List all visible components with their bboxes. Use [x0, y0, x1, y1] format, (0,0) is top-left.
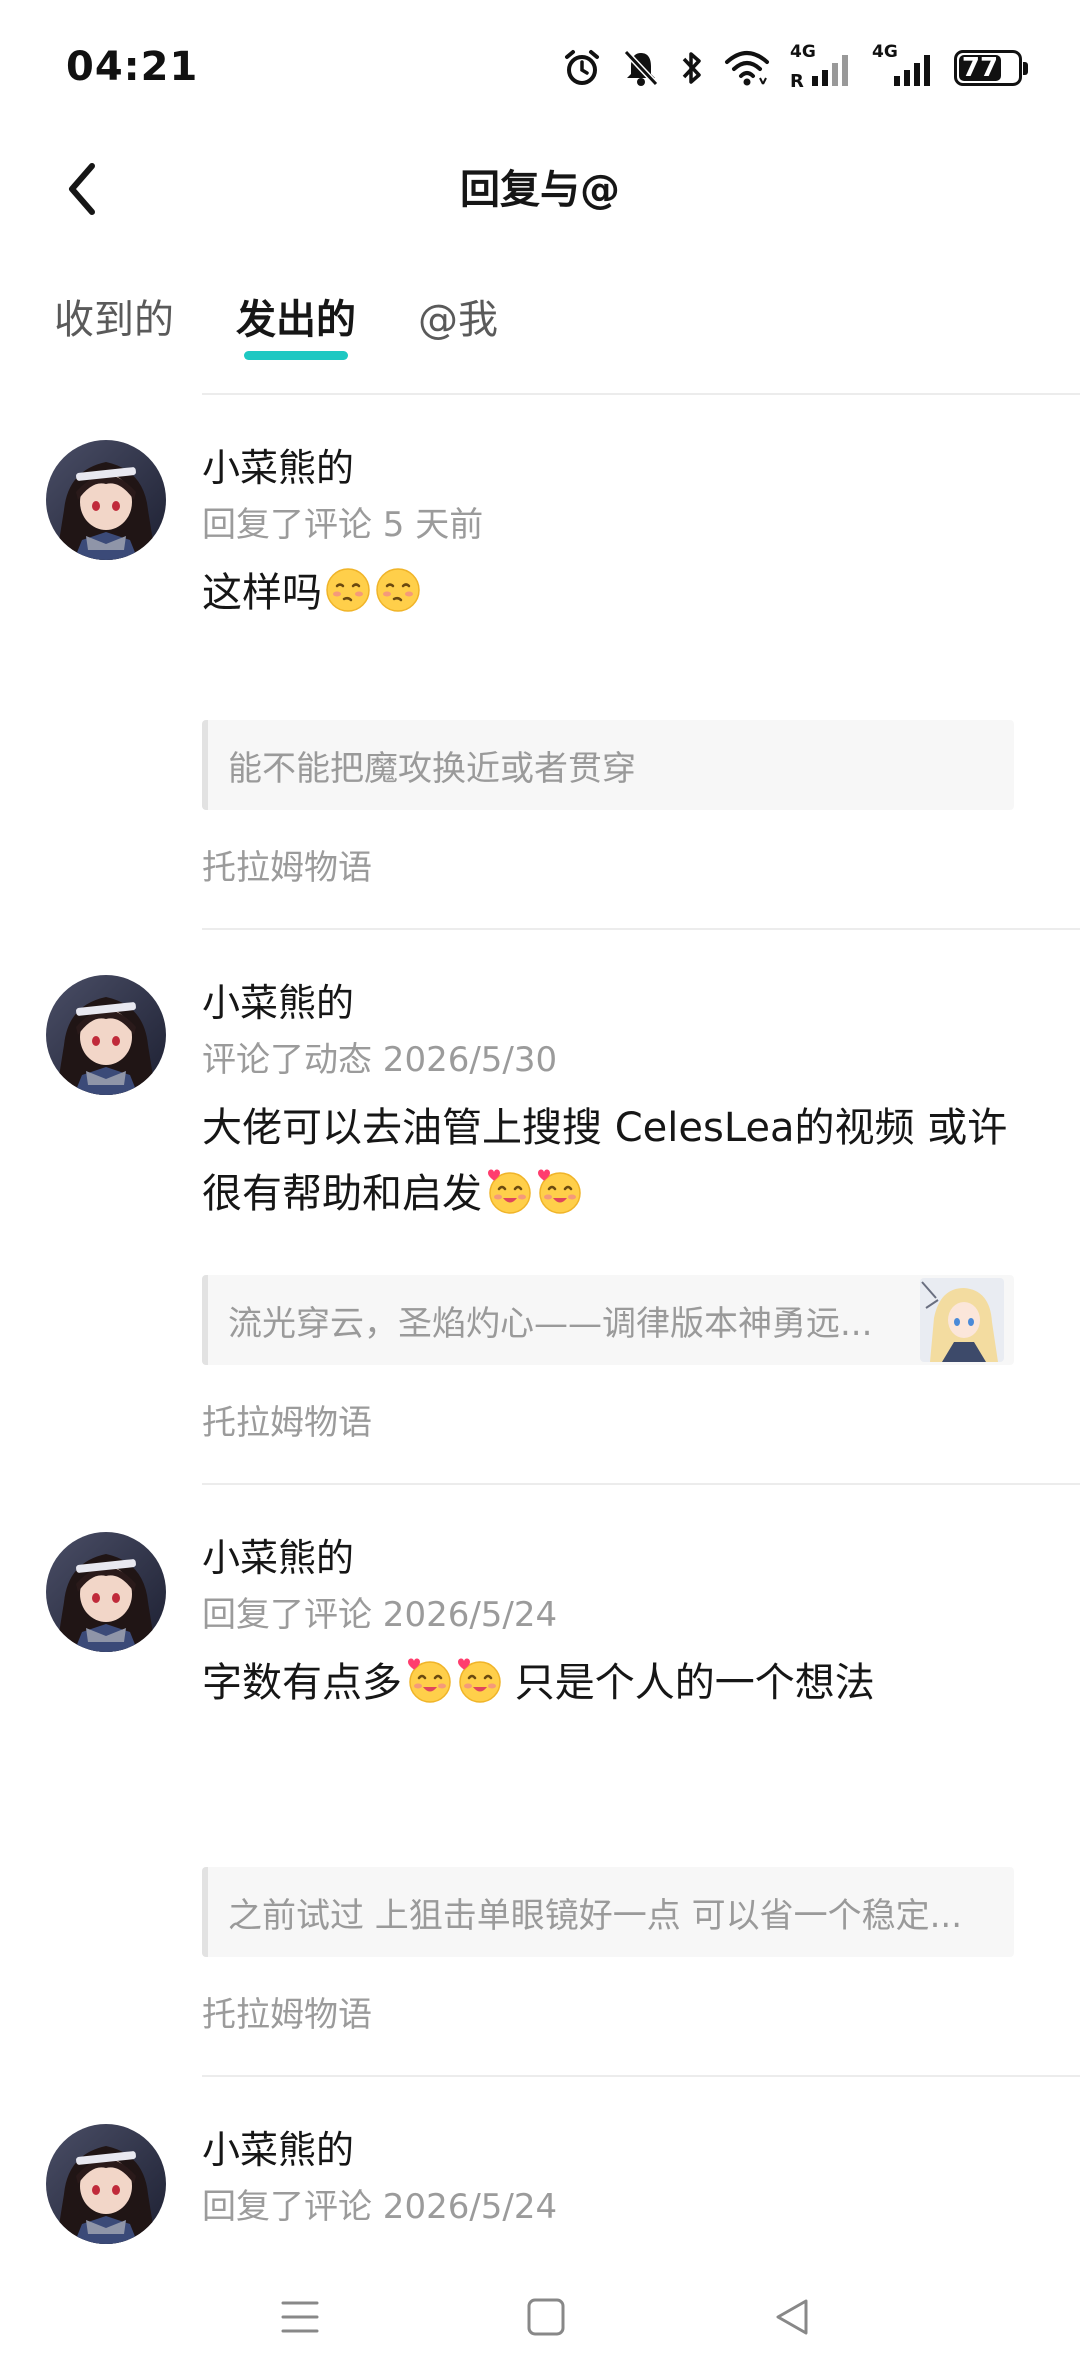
user-name[interactable]: 小菜熊的 — [202, 975, 1020, 1031]
system-nav-bar — [0, 2247, 1080, 2377]
avatar[interactable] — [46, 975, 166, 1095]
signal-4g-icon: 4G — [872, 42, 934, 90]
item-content: 小菜熊的 回复了评论 2026/5/24 字数有点多 只是个人的一个想法 — [202, 1530, 1020, 1716]
shy-face-emoji — [375, 567, 421, 613]
heart-blush-face-emoji — [536, 1168, 582, 1215]
tab-sent-label: 发出的 — [236, 297, 356, 343]
avatar[interactable] — [46, 1532, 166, 1652]
comment-text-line-2: 很有帮助和启发 — [202, 1171, 482, 1217]
item-meta: 回复了评论 2026/5/24 — [202, 1595, 558, 1635]
quoted-text: 能不能把魔攻换近或者贯穿 — [228, 748, 636, 789]
home-square-icon — [526, 2297, 566, 2341]
list-item[interactable]: 小菜熊的 回复了评论 2026/5/24 — [0, 2077, 1080, 2247]
item-meta: 回复了评论 2026/5/24 — [202, 2187, 558, 2227]
status-time: 04:21 — [66, 44, 199, 90]
status-bar: 04:21 4G R 4G 77 — [0, 0, 1080, 140]
user-name[interactable]: 小菜熊的 — [202, 2122, 1020, 2178]
page-title: 回复与@ — [460, 167, 620, 213]
bluetooth-icon — [680, 48, 704, 88]
mute-bell-icon — [622, 48, 660, 88]
tab-received[interactable]: 收到的 — [54, 290, 174, 350]
tab-mentions[interactable]: @我 — [418, 290, 498, 350]
comment-text-line-1: 大佬可以去油管上搜搜 CelesLea的视频 或许 — [202, 1105, 1008, 1151]
heart-blush-face-emoji — [456, 1657, 502, 1704]
quoted-content[interactable]: 能不能把魔攻换近或者贯穿 — [202, 720, 1014, 810]
item-meta: 回复了评论 5 天前 — [202, 505, 484, 545]
comment-text-body: 这样吗 — [202, 570, 322, 616]
comment-text: 字数有点多 只是个人的一个想法 — [202, 1650, 1020, 1716]
comment-text-start: 字数有点多 — [202, 1660, 402, 1706]
anime-girl-thumbnail — [920, 1278, 1004, 1362]
menu-icon — [280, 2297, 320, 2341]
source-label[interactable]: 托拉姆物语 — [202, 1990, 372, 2040]
heart-blush-face-emoji — [406, 1657, 452, 1704]
item-content: 小菜熊的 回复了评论 2026/5/24 — [202, 2122, 1020, 2232]
source-label[interactable]: 托拉姆物语 — [202, 1398, 372, 1448]
quoted-text: 之前试过 上狙击单眼镜好一点 可以省一个稳定... — [228, 1895, 963, 1936]
home-button[interactable] — [506, 2279, 586, 2359]
comment-text: 这样吗 — [202, 560, 1020, 626]
tab-sent[interactable]: 发出的 — [236, 290, 356, 360]
list-item[interactable]: 小菜熊的 回复了评论 2026/5/24 字数有点多 只是个人的一个想法 之前试… — [0, 1485, 1080, 2077]
back-triangle-icon — [772, 2297, 812, 2341]
avatar[interactable] — [46, 2124, 166, 2244]
quoted-content[interactable]: 流光穿云，圣焰灼心——调律版本神勇远... — [202, 1275, 1014, 1365]
back-nav-button[interactable] — [752, 2279, 832, 2359]
roaming-label: R — [790, 71, 804, 92]
user-name[interactable]: 小菜熊的 — [202, 1530, 1020, 1586]
shy-face-emoji — [325, 567, 371, 613]
battery-icon: 77 — [954, 50, 1028, 86]
tab-bar: 收到的 发出的 @我 — [54, 290, 498, 360]
status-icons: 4G R 4G 77 — [562, 42, 1028, 92]
quoted-content[interactable]: 之前试过 上狙击单眼镜好一点 可以省一个稳定... — [202, 1867, 1014, 1957]
list-item[interactable]: 小菜熊的 评论了动态 2026/5/30 大佬可以去油管上搜搜 CelesLea… — [0, 930, 1080, 1485]
item-content: 小菜熊的 评论了动态 2026/5/30 大佬可以去油管上搜搜 CelesLea… — [202, 975, 1020, 1227]
item-meta: 评论了动态 2026/5/30 — [202, 1040, 558, 1080]
user-name[interactable]: 小菜熊的 — [202, 440, 1020, 496]
active-tab-indicator — [244, 351, 348, 360]
wifi-icon — [724, 48, 770, 88]
list-item[interactable]: 小菜熊的 回复了评论 5 天前 这样吗 能不能把魔攻换近或者贯穿 托拉姆物语 — [0, 395, 1080, 930]
heart-blush-face-emoji — [486, 1168, 532, 1215]
comment-text-end: 只是个人的一个想法 — [502, 1660, 875, 1706]
source-label[interactable]: 托拉姆物语 — [202, 843, 372, 893]
item-content: 小菜熊的 回复了评论 5 天前 这样吗 — [202, 440, 1020, 626]
alarm-icon — [562, 48, 602, 88]
quoted-text: 流光穿云，圣焰灼心——调律版本神勇远... — [228, 1303, 873, 1344]
menu-button[interactable] — [260, 2279, 340, 2359]
signal-4g-roaming-icon: 4G R — [790, 42, 852, 92]
battery-level: 77 — [961, 53, 999, 83]
avatar[interactable] — [46, 440, 166, 560]
comment-text: 大佬可以去油管上搜搜 CelesLea的视频 或许 很有帮助和启发 — [202, 1095, 1020, 1227]
